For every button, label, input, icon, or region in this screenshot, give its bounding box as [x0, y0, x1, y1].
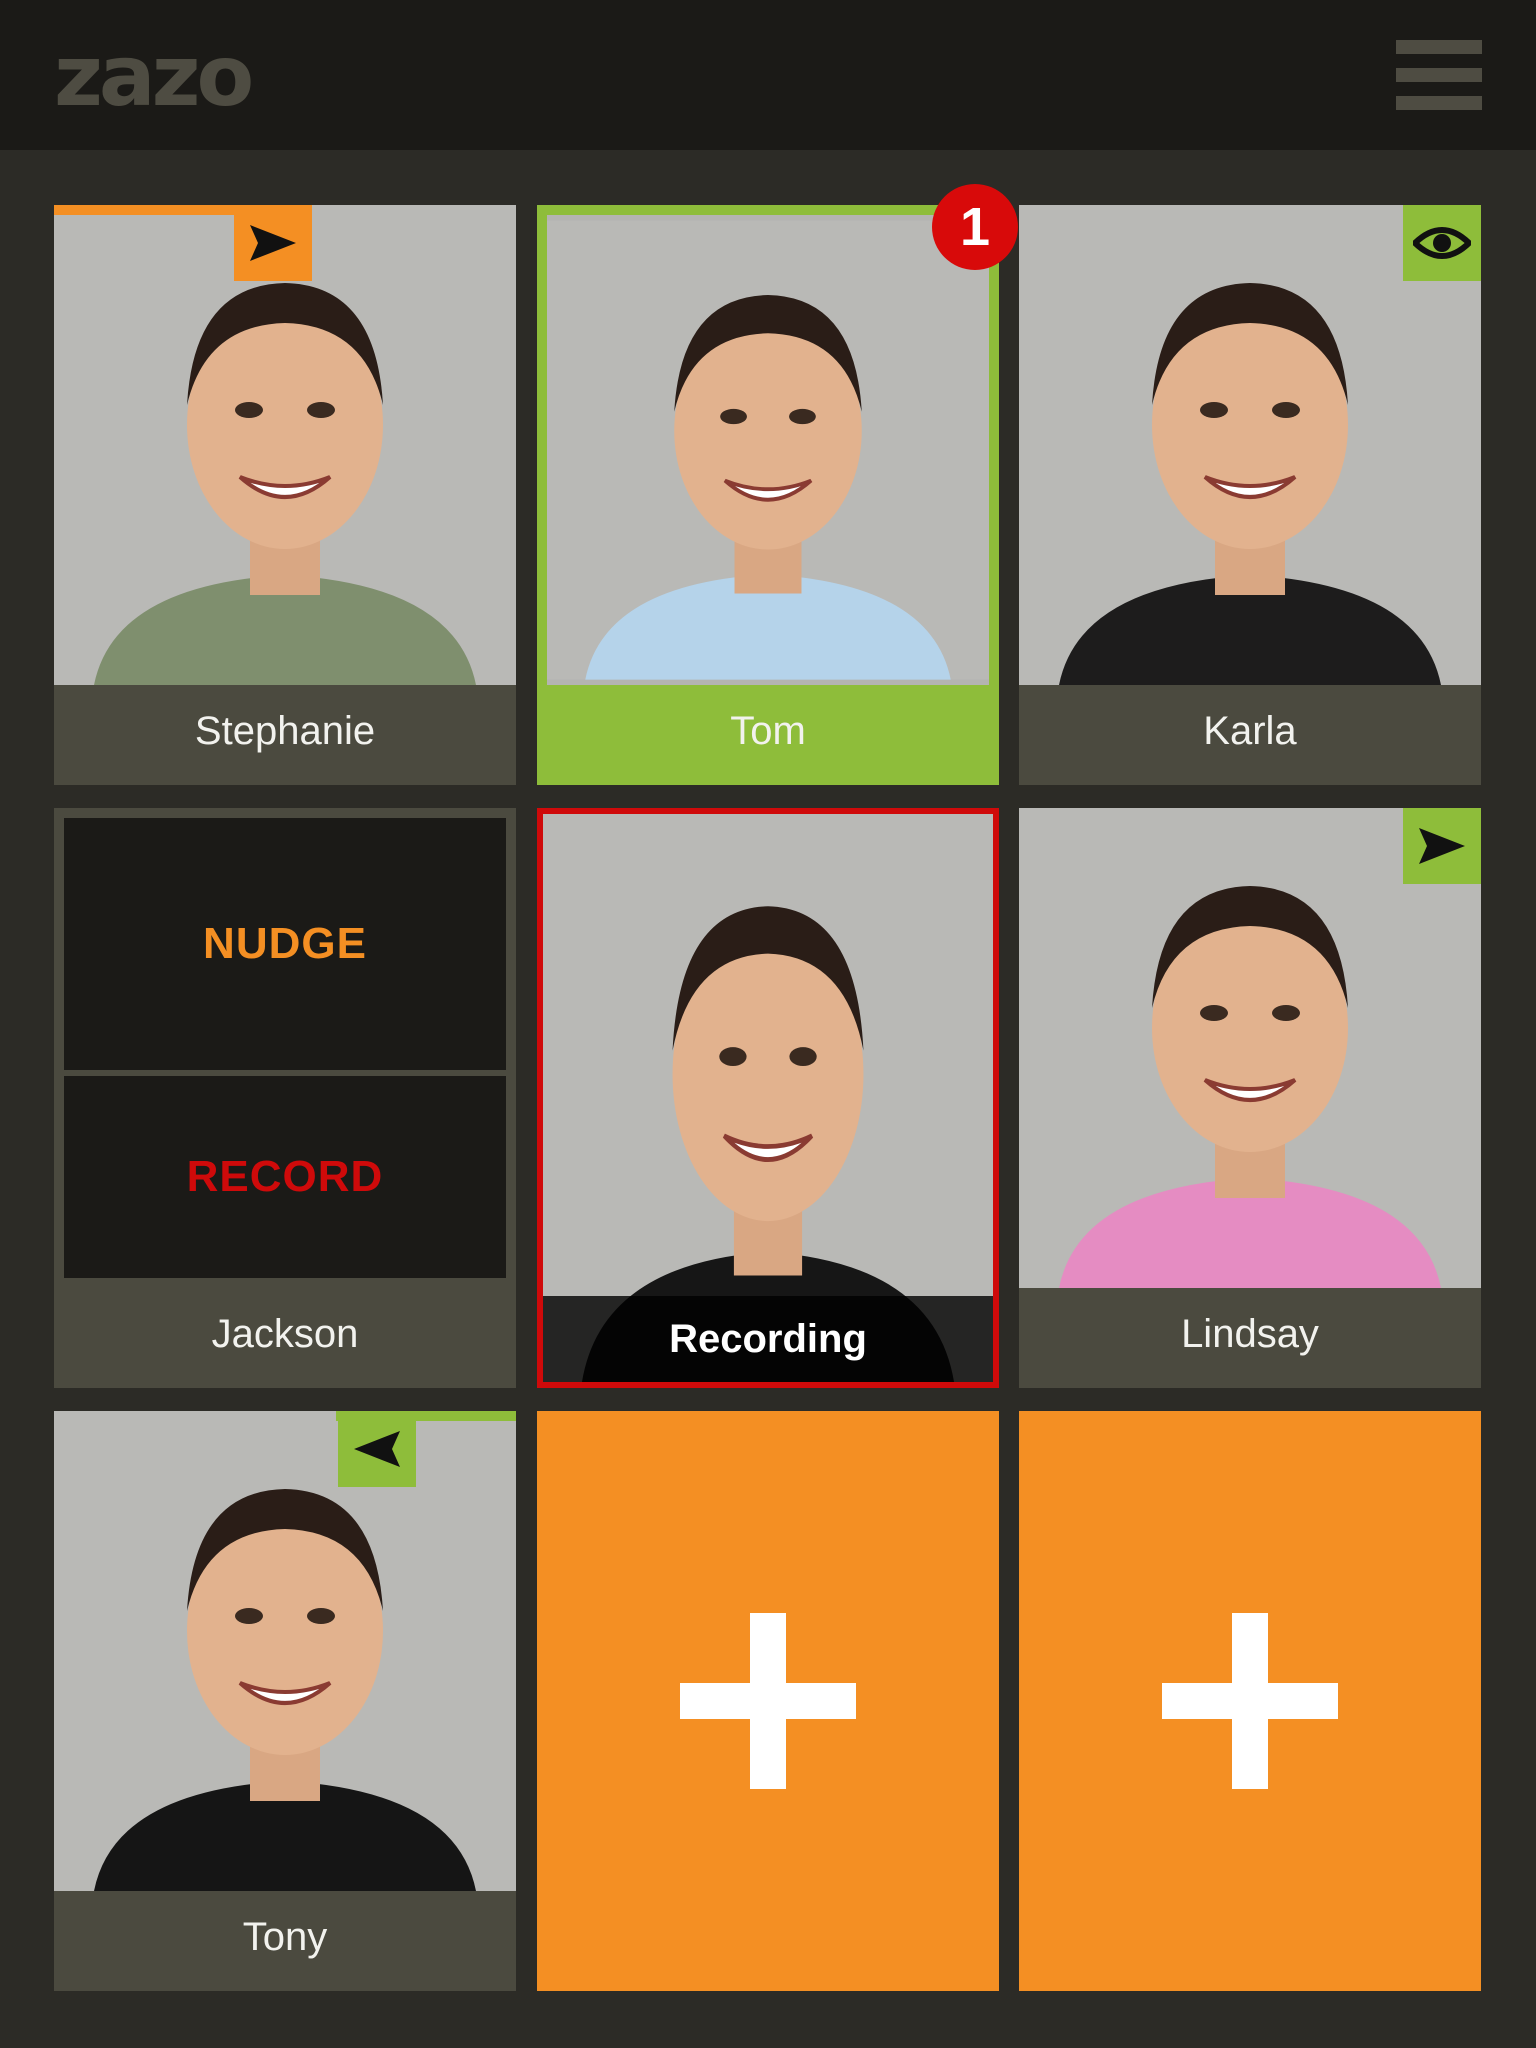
friend-name: Tony — [242, 1915, 328, 1959]
friend-tile-tom[interactable]: Tom — [537, 205, 999, 785]
recording-tile[interactable]: Recording — [537, 808, 999, 1388]
friend-name: Karla — [1203, 709, 1297, 753]
plus-icon — [1162, 1613, 1338, 1789]
add-friend-button[interactable] — [1019, 1411, 1481, 1991]
nudge-button[interactable]: NUDGE — [64, 818, 506, 1070]
friend-tile-karla[interactable]: Karla — [1019, 205, 1481, 785]
friend-name: Lindsay — [1181, 1312, 1319, 1356]
add-friend-button[interactable] — [537, 1411, 999, 1991]
friend-name: Jackson — [211, 1312, 359, 1356]
avatar — [54, 1411, 516, 1891]
zazo-logo: zazo — [54, 27, 254, 125]
friend-tile-lindsay[interactable]: Lindsay — [1019, 808, 1481, 1388]
app-header: zazo — [0, 0, 1536, 150]
unread-count-badge: 1 — [932, 184, 1018, 270]
received-icon — [338, 1411, 416, 1487]
record-button[interactable]: RECORD — [64, 1076, 506, 1278]
friend-tile-jackson: NUDGE RECORD Jackson — [54, 808, 516, 1388]
send-icon — [1403, 808, 1481, 884]
hamburger-menu-icon[interactable] — [1396, 40, 1482, 110]
friend-tile-tony[interactable]: Tony — [54, 1411, 516, 1991]
send-icon — [234, 205, 312, 281]
plus-icon — [680, 1613, 856, 1789]
recording-label: Recording — [543, 1296, 993, 1382]
friend-name: Tom — [730, 709, 806, 753]
status-bar — [54, 205, 234, 215]
friend-tile-stephanie[interactable]: Stephanie — [54, 205, 516, 785]
friend-name: Stephanie — [194, 709, 376, 753]
avatar — [547, 215, 989, 685]
eye-icon — [1403, 205, 1481, 281]
